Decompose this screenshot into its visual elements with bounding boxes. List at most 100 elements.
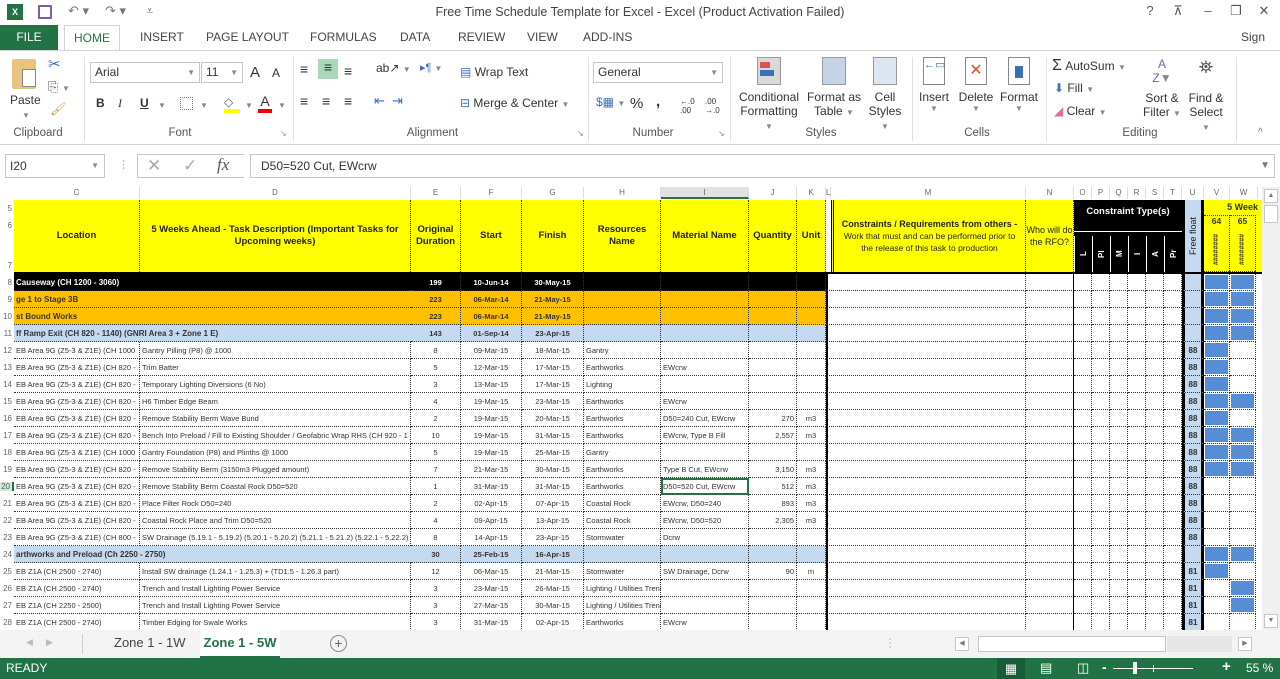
- find-select-button[interactable]: ⛯ Find & Select ▼: [1184, 57, 1228, 133]
- column-header-g[interactable]: G: [522, 187, 584, 199]
- cell-task[interactable]: Temporary Lighting Diversions (6 No): [140, 376, 411, 393]
- cell-resource[interactable]: [584, 546, 661, 563]
- cell-constraint-type[interactable]: [1164, 342, 1182, 359]
- cell-unit[interactable]: m3: [797, 478, 826, 495]
- cell-who-rfo[interactable]: [1026, 512, 1074, 529]
- align-left-button[interactable]: ≡: [300, 93, 308, 109]
- cell-constraint-type[interactable]: [1092, 427, 1110, 444]
- cell-resource[interactable]: Gantry: [584, 342, 661, 359]
- cell-gantt-week[interactable]: [1204, 376, 1230, 393]
- cell-start[interactable]: 06-Mar-14: [461, 308, 522, 325]
- cell-resource[interactable]: [584, 274, 661, 291]
- cell-constraints[interactable]: [831, 308, 1026, 325]
- borders-icon[interactable]: [180, 97, 193, 110]
- cell-constraints[interactable]: [831, 512, 1026, 529]
- wrap-text-button[interactable]: ▤ Wrap Text: [460, 65, 528, 79]
- cell-who-rfo[interactable]: [1026, 444, 1074, 461]
- cell-finish[interactable]: 16-Apr-15: [522, 546, 584, 563]
- cell-resource[interactable]: [584, 325, 661, 342]
- cell-duration[interactable]: 223: [411, 308, 461, 325]
- cell-finish[interactable]: 23-Mar-15: [522, 393, 584, 410]
- scroll-right-icon[interactable]: ▶: [1238, 637, 1252, 651]
- cell-constraint-type[interactable]: [1164, 427, 1182, 444]
- cell-constraint-type[interactable]: [1128, 512, 1146, 529]
- borders-dropdown-icon[interactable]: ▼: [200, 101, 208, 110]
- cell-gantt-week[interactable]: [1230, 291, 1256, 308]
- cell-location[interactable]: EB Area 9G (Z5-3 & Z1E) (CH 820 -: [14, 495, 140, 512]
- format-painter-icon[interactable]: 🖌: [50, 101, 67, 117]
- cell-start[interactable]: 12-Mar-15: [461, 359, 522, 376]
- cell-unit[interactable]: [797, 359, 826, 376]
- cell-constraint-type[interactable]: [1092, 359, 1110, 376]
- cell-gantt-week[interactable]: [1230, 478, 1256, 495]
- cell-material[interactable]: [661, 274, 749, 291]
- cell-constraint-type[interactable]: [1074, 444, 1092, 461]
- cell-start[interactable]: 14-Apr-15: [461, 529, 522, 546]
- cell-constraint-type[interactable]: [1092, 274, 1110, 291]
- cell-styles-button[interactable]: Cell Styles ▼: [864, 57, 906, 132]
- cell-constraint-type[interactable]: [1164, 597, 1182, 614]
- cell-constraint-type[interactable]: [1074, 614, 1092, 630]
- scroll-down-icon[interactable]: ▼: [1264, 614, 1278, 628]
- cell-quantity[interactable]: [749, 393, 797, 410]
- cell-constraint-type[interactable]: [1110, 308, 1128, 325]
- cell-constraint-type[interactable]: [1164, 393, 1182, 410]
- cell-constraint-type[interactable]: [1110, 444, 1128, 461]
- ribbon-display-options-icon[interactable]: ⊼: [1168, 3, 1188, 19]
- underline-button[interactable]: U: [140, 96, 149, 110]
- cell-constraint-type[interactable]: [1128, 308, 1146, 325]
- cell-location[interactable]: EB Area 9G (Z5-3 & Z1E) (CH 820 -: [14, 359, 140, 376]
- cell-constraint-type[interactable]: [1074, 308, 1092, 325]
- cell-constraints[interactable]: [831, 597, 1026, 614]
- cell-resource[interactable]: Lighting / Utilities Trench: [584, 580, 668, 597]
- cell-constraint-type[interactable]: [1074, 461, 1092, 478]
- tab-insert[interactable]: INSERT: [131, 25, 193, 50]
- cell-finish[interactable]: 23-Apr-15: [522, 325, 584, 342]
- cell-constraint-type[interactable]: [1110, 478, 1128, 495]
- cell-constraints[interactable]: [831, 478, 1026, 495]
- column-header-e[interactable]: E: [411, 187, 461, 199]
- cell-unit[interactable]: m3: [797, 461, 826, 478]
- cell-constraint-type[interactable]: [1092, 563, 1110, 580]
- cell-constraint-type[interactable]: [1146, 512, 1164, 529]
- tab-review[interactable]: REVIEW: [449, 25, 514, 50]
- cell-who-rfo[interactable]: [1026, 291, 1074, 308]
- cell-location[interactable]: EB Z1A (CH 2250 - 2500): [14, 597, 140, 614]
- cell-constraint-type[interactable]: [1128, 546, 1146, 563]
- cell-constraints[interactable]: [831, 461, 1026, 478]
- cell-constraint-type[interactable]: [1110, 461, 1128, 478]
- cell-finish[interactable]: 30-May-15: [522, 274, 584, 291]
- cell-constraints[interactable]: [831, 410, 1026, 427]
- accounting-format-button[interactable]: $▦ ▼: [596, 95, 625, 109]
- cell-gantt-week[interactable]: [1230, 495, 1256, 512]
- cell-constraint-type[interactable]: [1146, 376, 1164, 393]
- zoom-slider[interactable]: [1113, 662, 1193, 674]
- cell-constraint-type[interactable]: [1110, 546, 1128, 563]
- cell-constraint-type[interactable]: [1146, 342, 1164, 359]
- close-button[interactable]: ✕: [1254, 3, 1274, 19]
- cell-who-rfo[interactable]: [1026, 274, 1074, 291]
- cell-location[interactable]: EB Area 9G (Z5-3 & Z1E) (CH 820 -: [14, 376, 140, 393]
- cell-duration[interactable]: 2: [411, 495, 461, 512]
- cell-unit[interactable]: [797, 614, 826, 630]
- cell-constraint-type[interactable]: [1074, 325, 1092, 342]
- cell-start[interactable]: 09-Apr-15: [461, 512, 522, 529]
- cancel-icon[interactable]: ✕: [147, 156, 161, 175]
- cell-duration[interactable]: 3: [411, 580, 461, 597]
- cell-who-rfo[interactable]: [1026, 308, 1074, 325]
- cell-finish[interactable]: 20-Mar-15: [522, 410, 584, 427]
- cell-finish[interactable]: 26-Mar-15: [522, 580, 584, 597]
- cell-start[interactable]: 06-Mar-14: [461, 291, 522, 308]
- cell-gantt-week[interactable]: [1204, 495, 1230, 512]
- insert-function-icon[interactable]: fx: [217, 155, 229, 174]
- column-header-w[interactable]: W: [1230, 187, 1258, 199]
- cell-finish[interactable]: 02-Apr-15: [522, 614, 584, 630]
- cell-quantity[interactable]: 893: [749, 495, 797, 512]
- cell-who-rfo[interactable]: [1026, 546, 1074, 563]
- cell-start[interactable]: 09-Mar-15: [461, 342, 522, 359]
- fill-color-dropdown-icon[interactable]: ▼: [245, 101, 253, 110]
- cell-constraint-type[interactable]: [1092, 461, 1110, 478]
- cell-constraint-type[interactable]: [1074, 410, 1092, 427]
- cell-quantity[interactable]: 3,150: [749, 461, 797, 478]
- cell-start[interactable]: 06-Mar-15: [461, 563, 522, 580]
